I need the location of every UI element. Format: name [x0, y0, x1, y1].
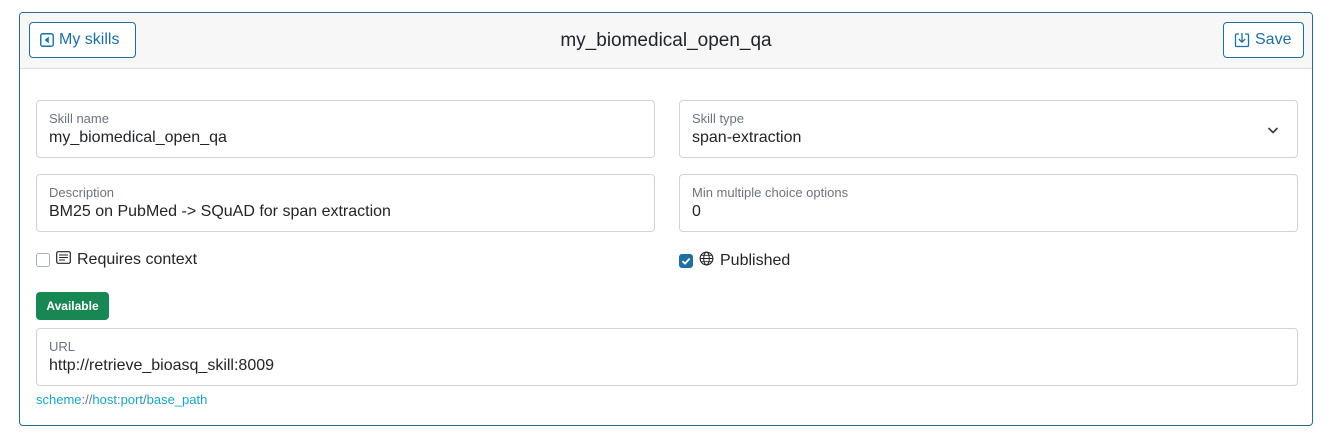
requires-context-label: Requires context [77, 251, 198, 268]
skill-name-field[interactable]: Skill name my_biomedical_open_qa [36, 100, 655, 158]
skill-type-label: Skill type [692, 111, 745, 126]
card-header: my_biomedical_open_qa My skills Save [20, 13, 1312, 69]
skill-card: my_biomedical_open_qa My skills Save Ski… [19, 12, 1313, 426]
status-badge: Available [36, 292, 109, 320]
skill-type-value[interactable]: span-extraction [692, 129, 801, 147]
hint-port: port [120, 392, 143, 407]
text-lines-icon [56, 251, 71, 269]
published-label: Published [720, 252, 791, 269]
chevron-down-icon[interactable] [1267, 123, 1279, 141]
skill-type-select[interactable]: Skill type span-extraction [679, 100, 1298, 158]
globe-icon [699, 251, 714, 271]
url-field[interactable]: URL http://retrieve_bioasq_skill:8009 [36, 328, 1298, 386]
min-options-label: Min multiple choice options [692, 185, 849, 200]
hint-scheme: scheme [36, 392, 82, 407]
hint-sep-scheme: :// [81, 392, 93, 407]
my-skills-label: My skills [59, 31, 120, 48]
skill-name-label: Skill name [49, 111, 109, 126]
min-options-value[interactable]: 0 [692, 203, 701, 221]
my-skills-button[interactable]: My skills [29, 22, 136, 58]
description-value[interactable]: BM25 on PubMed -> SQuAD for span extract… [49, 203, 391, 221]
requires-context-box[interactable] [36, 253, 50, 267]
hint-host: host [92, 392, 117, 407]
save-download-icon [1234, 32, 1250, 48]
description-label: Description [49, 185, 115, 200]
url-format-hint: scheme://host:port/base_path [36, 392, 207, 407]
min-options-field[interactable]: Min multiple choice options 0 [679, 174, 1298, 232]
save-label: Save [1255, 31, 1292, 48]
checkmark-icon [681, 257, 691, 265]
published-box[interactable] [679, 254, 693, 268]
skill-name-value[interactable]: my_biomedical_open_qa [49, 129, 227, 147]
hint-base-path: base_path [146, 392, 208, 407]
caret-left-icon [40, 33, 54, 47]
save-button[interactable]: Save [1223, 22, 1304, 58]
requires-context-checkbox[interactable]: Requires context [36, 251, 197, 269]
url-label: URL [49, 339, 76, 354]
page-title: my_biomedical_open_qa [560, 30, 772, 51]
published-checkbox[interactable]: Published [679, 251, 790, 271]
description-field[interactable]: Description BM25 on PubMed -> SQuAD for … [36, 174, 655, 232]
url-value[interactable]: http://retrieve_bioasq_skill:8009 [49, 357, 274, 375]
